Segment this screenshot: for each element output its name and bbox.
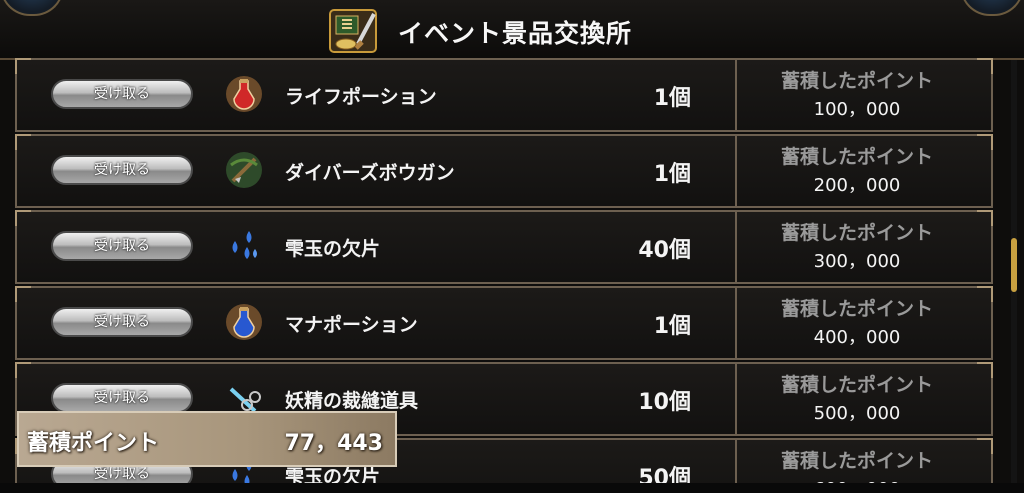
header-bar: イベント景品交換所 — [0, 0, 1024, 60]
accumulated-points-panel: 蓄積ポイント 77，443 — [17, 411, 397, 467]
points-value: 200，000 — [813, 175, 901, 196]
points-label: 蓄積したポイント — [780, 70, 933, 92]
item-name: ダイバーズボウガン — [285, 162, 455, 184]
accumulated-points-value: 77，443 — [284, 431, 383, 456]
points-value: 300，000 — [813, 251, 901, 272]
red-potion-icon — [226, 76, 262, 112]
required-points: 蓄積したポイント 300，000 — [735, 212, 977, 282]
item-name: 妖精の裁縫道具 — [285, 390, 419, 412]
list-item: 受け取る 雫玉の欠片 40個 蓄積したポイント 300，000 — [15, 210, 993, 284]
claim-button[interactable]: 受け取る — [51, 79, 193, 109]
item-name: 雫玉の欠片 — [285, 238, 381, 260]
page-title: イベント景品交換所 — [398, 19, 633, 48]
points-value: 400，000 — [813, 327, 901, 348]
required-points: 蓄積したポイント 200，000 — [735, 136, 977, 206]
points-label: 蓄積したポイント — [780, 450, 933, 472]
item-name: マナポーション — [285, 314, 418, 336]
blue-potion-icon — [226, 304, 262, 340]
bottom-status-bar — [0, 483, 1024, 493]
exchange-shop-icon — [329, 9, 377, 53]
required-points: 蓄積したポイント 400，000 — [735, 288, 977, 358]
claim-button[interactable]: 受け取る — [51, 383, 193, 413]
required-points: 蓄積したポイント 500，000 — [735, 364, 977, 434]
required-points: 蓄積したポイント 100，000 — [735, 60, 977, 130]
list-scrollbar[interactable] — [1011, 60, 1017, 493]
points-value: 100，000 — [813, 99, 901, 120]
list-item: 受け取る ダイバーズボウガン 1個 蓄積したポイント 200，000 — [15, 134, 993, 208]
claim-button[interactable]: 受け取る — [51, 155, 193, 185]
item-quantity: 40個 — [638, 238, 691, 263]
item-quantity: 1個 — [653, 314, 691, 339]
points-label: 蓄積したポイント — [780, 298, 933, 320]
list-item: 受け取る マナポーション 1個 蓄積したポイント 400，000 — [15, 286, 993, 360]
item-name: ライフポーション — [285, 86, 437, 108]
points-label: 蓄積したポイント — [780, 146, 933, 168]
item-quantity: 1個 — [653, 162, 691, 187]
corner-orb-left — [0, 0, 64, 16]
points-value: 500，000 — [813, 403, 901, 424]
claim-button[interactable]: 受け取る — [51, 231, 193, 261]
item-quantity: 1個 — [653, 86, 691, 111]
crossbow-icon — [226, 152, 262, 188]
droplet-shards-icon — [232, 231, 257, 259]
list-item: 受け取る ライフポーション 1個 蓄積したポイント 100，000 — [15, 58, 993, 132]
scroll-thumb[interactable] — [1011, 238, 1017, 292]
accumulated-points-label: 蓄積ポイント — [27, 431, 160, 456]
points-label: 蓄積したポイント — [780, 374, 933, 396]
points-label: 蓄積したポイント — [780, 222, 933, 244]
item-quantity: 10個 — [638, 390, 691, 415]
claim-button[interactable]: 受け取る — [51, 307, 193, 337]
corner-orb-right — [960, 0, 1024, 16]
